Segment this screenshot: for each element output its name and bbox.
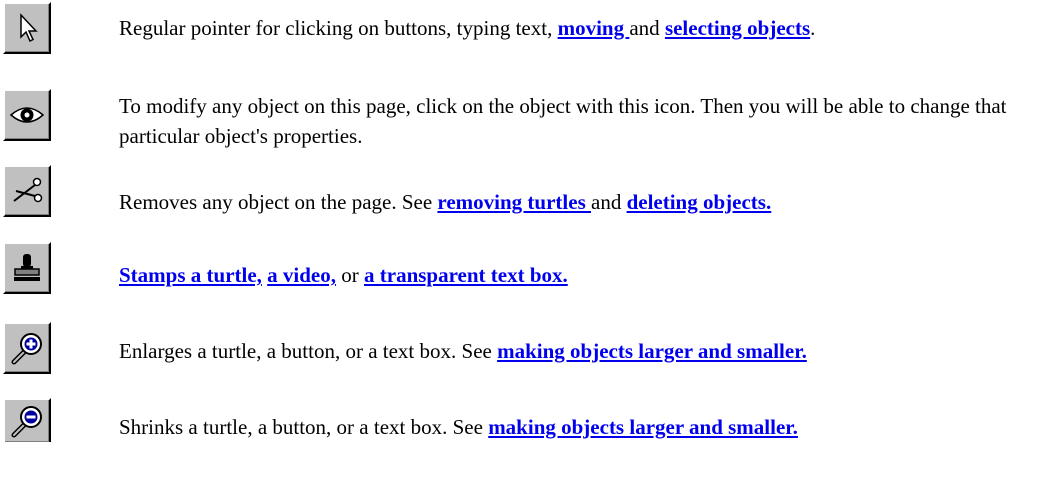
stamp-tool-button[interactable]	[3, 242, 51, 294]
magnifier-plus-icon	[9, 329, 45, 367]
tool-palette	[0, 0, 60, 478]
enlarge-tool-description: Enlarges a turtle, a button, or a text b…	[119, 336, 807, 366]
shrink-tool-button[interactable]	[3, 398, 51, 442]
eye-tool-button[interactable]	[3, 89, 51, 141]
shrink-tool-description: Shrinks a turtle, a button, or a text bo…	[119, 412, 798, 442]
scissors-tool-description: Removes any object on the page. See remo…	[119, 187, 771, 217]
moving-link[interactable]: moving	[558, 16, 630, 40]
making-objects-larger-smaller-link[interactable]: making objects larger and smaller.	[488, 415, 798, 439]
description-text: Removes any object on the page. See	[119, 190, 438, 214]
removing-turtles-link[interactable]: removing turtles	[437, 190, 591, 214]
deleting-objects-link[interactable]: deleting objects.	[627, 190, 772, 214]
description-text: To modify any object on this page, click…	[119, 94, 1007, 148]
description-text: and	[591, 190, 627, 214]
making-objects-larger-smaller-link[interactable]: making objects larger and smaller.	[497, 339, 807, 363]
arrow-pointer-icon	[12, 11, 42, 45]
eye-tool-description: To modify any object on this page, click…	[119, 91, 1029, 151]
a-video-link[interactable]: a video,	[267, 263, 336, 287]
description-text: and	[629, 16, 665, 40]
description-text: Shrinks a turtle, a button, or a text bo…	[119, 415, 489, 439]
stamp-icon	[12, 251, 42, 285]
selecting-objects-link[interactable]: selecting objects	[665, 16, 810, 40]
stamp-tool-description: Stamps a turtle, a video, or a transpare…	[119, 260, 568, 290]
pointer-tool-button[interactable]	[3, 2, 51, 54]
scissors-tool-button[interactable]	[3, 165, 51, 217]
scissors-icon	[10, 174, 44, 208]
enlarge-tool-button[interactable]	[3, 322, 51, 374]
eye-icon	[9, 103, 45, 127]
description-text: Enlarges a turtle, a button, or a text b…	[119, 339, 498, 363]
magnifier-minus-icon	[9, 402, 45, 440]
stamps-a-turtle-link[interactable]: Stamps a turtle,	[119, 263, 262, 287]
description-text: or	[336, 263, 365, 287]
transparent-text-box-link[interactable]: a transparent text box.	[364, 263, 568, 287]
description-text: .	[810, 16, 816, 40]
pointer-tool-description: Regular pointer for clicking on buttons,…	[119, 13, 815, 43]
description-text: Regular pointer for clicking on buttons,…	[119, 16, 558, 40]
